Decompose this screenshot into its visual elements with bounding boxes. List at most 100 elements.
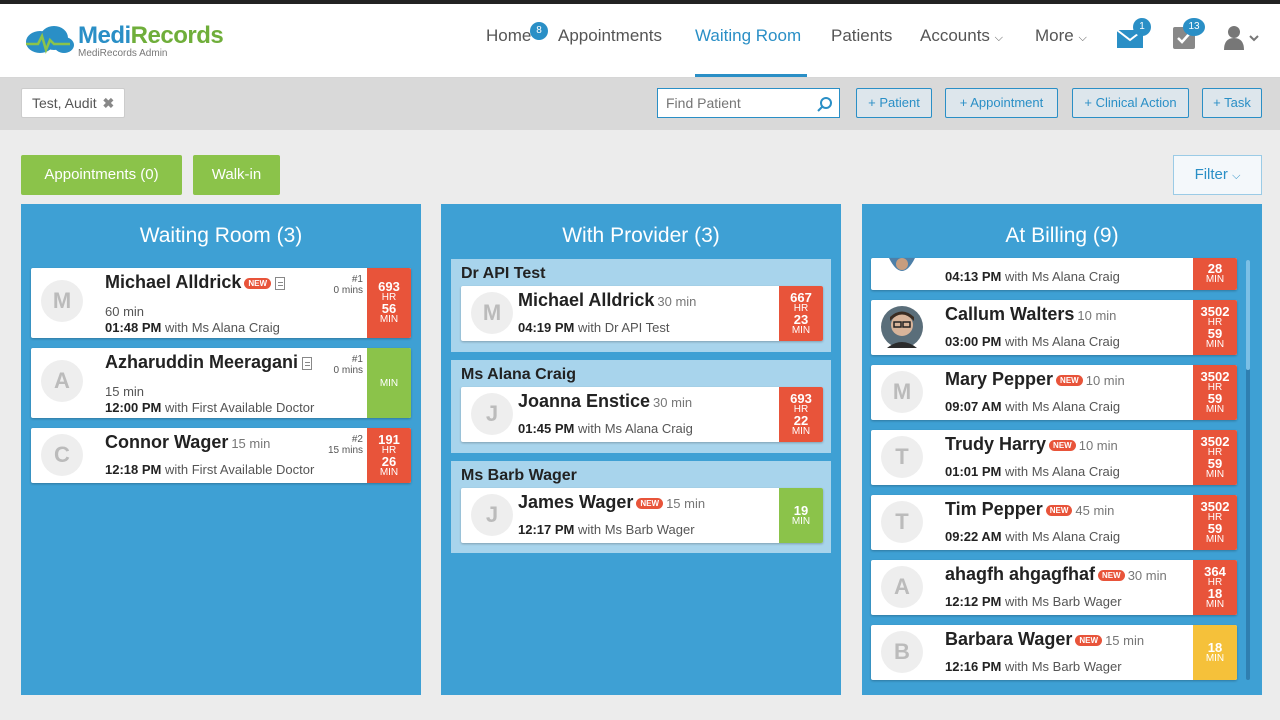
avatar: T (881, 436, 923, 478)
patient-photo (881, 306, 923, 348)
provider-group: Ms Barb Wager J James Wager NEW 15 min 12:… (451, 461, 831, 553)
add-clinical-action-button[interactable]: + Clinical Action (1072, 88, 1189, 118)
patient-card[interactable]: M Mary Pepper NEW 10 min 09:07 AM with Ms … (871, 365, 1237, 420)
tasks-badge: 13 (1183, 18, 1205, 36)
patient-name[interactable]: James Wager NEW 15 min (518, 492, 705, 513)
wait-timer: 3502 HR 59 MIN (1193, 365, 1237, 420)
patient-card[interactable]: 04:13 PM with Ms Alana Craig 28 MIN (871, 258, 1237, 290)
patient-card[interactable]: B Barbara Wager NEW 15 min 12:16 PM with M… (871, 625, 1237, 680)
patient-name[interactable]: Tim Pepper NEW 45 min (945, 499, 1114, 520)
nav-more[interactable]: More ⌵ (1035, 26, 1087, 46)
nav-patients[interactable]: Patients (831, 26, 892, 46)
avatar: M (471, 292, 513, 334)
appointment-time: 09:07 AM with Ms Alana Craig (945, 399, 1121, 414)
new-badge: NEW (1098, 569, 1125, 581)
user-avatar-icon[interactable] (1224, 26, 1260, 50)
new-badge: NEW (244, 277, 272, 289)
at-billing-title: At Billing (9) (1005, 224, 1119, 247)
patient-name[interactable]: Callum Walters 10 min (945, 304, 1116, 325)
nav-waiting-room[interactable]: Waiting Room (695, 26, 801, 46)
note-icon[interactable] (302, 356, 313, 370)
patient-name[interactable]: Trudy Harry NEW 10 min (945, 434, 1118, 455)
patient-card[interactable]: J James Wager NEW 15 min 12:17 PM with Ms … (461, 488, 823, 543)
provider-name: Dr API Test (461, 265, 546, 282)
patient-name[interactable]: Joanna Enstice 30 min (518, 391, 692, 412)
patient-card[interactable]: C Connor Wager 15 min 12:18 PM with First… (31, 428, 411, 483)
appointment-time: 12:12 PM with Ms Barb Wager (945, 594, 1122, 609)
appointment-time: 04:13 PM with Ms Alana Craig (945, 269, 1120, 284)
nav-appointments[interactable]: Appointments (558, 26, 662, 46)
at-billing-column: At Billing (9) 04:13 PM with Ms Alana Cr… (862, 204, 1262, 695)
appointment-duration: 60 min (105, 304, 145, 319)
current-patient-chip[interactable]: Test, Audit ✖ (21, 88, 126, 118)
patient-card[interactable]: A ahagfh ahgagfhaf NEW 30 min 12:12 PM wit… (871, 560, 1237, 615)
close-icon[interactable]: ✖ (102, 95, 114, 111)
patient-name[interactable]: Connor Wager 15 min (105, 432, 270, 453)
appointment-time: 01:01 PM with Ms Alana Craig (945, 464, 1120, 479)
queue-position: #2 15 mins (327, 434, 363, 456)
search-icon[interactable] (817, 96, 833, 112)
patient-name[interactable]: Mary Pepper NEW 10 min (945, 369, 1125, 390)
patient-card[interactable]: M Michael Alldrick 30 min 04:19 PM with D… (461, 286, 823, 341)
brand-subtitle: MediRecords Admin (78, 48, 168, 59)
queue-position: #1 0 mins (333, 354, 363, 376)
patient-card[interactable]: T Trudy Harry NEW 10 min 01:01 PM with Ms … (871, 430, 1237, 485)
brand-name: MediRecords (78, 22, 224, 49)
waiting-room-title: Waiting Room (3) (139, 224, 303, 247)
patient-photo (881, 258, 923, 280)
chevron-down-icon: ⌵ (1232, 170, 1241, 182)
add-appointment-button[interactable]: + Appointment (945, 88, 1058, 118)
mail-badge: 1 (1133, 18, 1151, 36)
avatar: M (881, 371, 923, 413)
top-navbar: MediRecords MediRecords Admin Home 8 App… (0, 0, 1280, 78)
patient-card[interactable]: J Joanna Enstice 30 min 01:45 PM with Ms … (461, 387, 823, 442)
patient-card[interactable]: A Azharuddin Meeragani 15 min 12:00 PM w… (31, 348, 411, 418)
new-badge: NEW (1049, 439, 1076, 451)
provider-group: Ms Alana Craig J Joanna Enstice 30 min 01… (451, 360, 831, 453)
wait-timer: MIN (367, 348, 411, 418)
wait-timer: 693 HR 22 MIN (779, 387, 823, 442)
avatar: A (881, 566, 923, 608)
find-patient-search (657, 88, 840, 118)
appointment-time: 12:18 PM with First Available Doctor (105, 462, 315, 477)
billing-scroll-track[interactable] (1246, 260, 1250, 370)
patient-name[interactable]: Michael Alldrick 30 min (518, 290, 696, 311)
wait-timer: 364 HR 18 MIN (1193, 560, 1237, 615)
nav-home[interactable]: Home (486, 26, 531, 46)
note-icon[interactable] (275, 276, 286, 290)
patient-card[interactable]: T Tim Pepper NEW 45 min 09:22 AM with Ms A… (871, 495, 1237, 550)
new-badge: NEW (1056, 374, 1083, 386)
new-badge: NEW (1075, 634, 1103, 646)
patient-card[interactable]: M Michael Alldrick NEW 60 min 01:48 PM wi… (31, 268, 411, 338)
filter-dropdown[interactable]: Filter ⌵ (1173, 155, 1262, 195)
patient-name[interactable]: Azharuddin Meeragani (105, 352, 313, 373)
current-patient-label: Test, Audit (32, 95, 97, 111)
with-provider-column: With Provider (3) Dr API Test M Michael … (441, 204, 841, 695)
appointment-time: 09:22 AM with Ms Alana Craig (945, 529, 1121, 544)
new-badge: NEW (636, 497, 664, 509)
wait-timer: 693 HR 56 MIN (367, 268, 411, 338)
chevron-down-icon: ⌵ (994, 32, 1004, 44)
with-provider-title: With Provider (3) (562, 224, 720, 247)
action-toolbar: Test, Audit ✖ + Patient + Appointment + … (0, 78, 1280, 130)
patient-name[interactable]: Michael Alldrick NEW (105, 272, 286, 293)
avatar: M (41, 280, 83, 322)
waiting-room-column: Waiting Room (3) M Michael Alldrick NEW 6… (21, 204, 421, 695)
patient-card[interactable]: Callum Walters 10 min 03:00 PM with Ms Al… (871, 300, 1237, 355)
wait-timer: 667 HR 23 MIN (779, 286, 823, 341)
nav-accounts[interactable]: Accounts ⌵ (920, 26, 1003, 46)
patient-name[interactable]: ahagfh ahgagfhaf NEW 30 min (945, 564, 1167, 585)
patient-name[interactable]: Barbara Wager NEW 15 min (945, 629, 1144, 650)
avatar: B (881, 631, 923, 673)
avatar: C (41, 434, 83, 476)
wait-timer: 28 MIN (1193, 258, 1237, 290)
wait-timer: 191 HR 26 MIN (367, 428, 411, 483)
appointments-filter-button[interactable]: Appointments (0) (21, 155, 182, 195)
find-patient-input[interactable] (658, 89, 808, 117)
walkin-filter-button[interactable]: Walk-in (193, 155, 280, 195)
add-patient-button[interactable]: + Patient (856, 88, 932, 118)
wait-timer: 3502 HR 59 MIN (1193, 430, 1237, 485)
wait-timer: 3502 HR 59 MIN (1193, 495, 1237, 550)
add-task-button[interactable]: + Task (1202, 88, 1262, 118)
app-logo[interactable]: MediRecords MediRecords Admin (20, 20, 240, 66)
